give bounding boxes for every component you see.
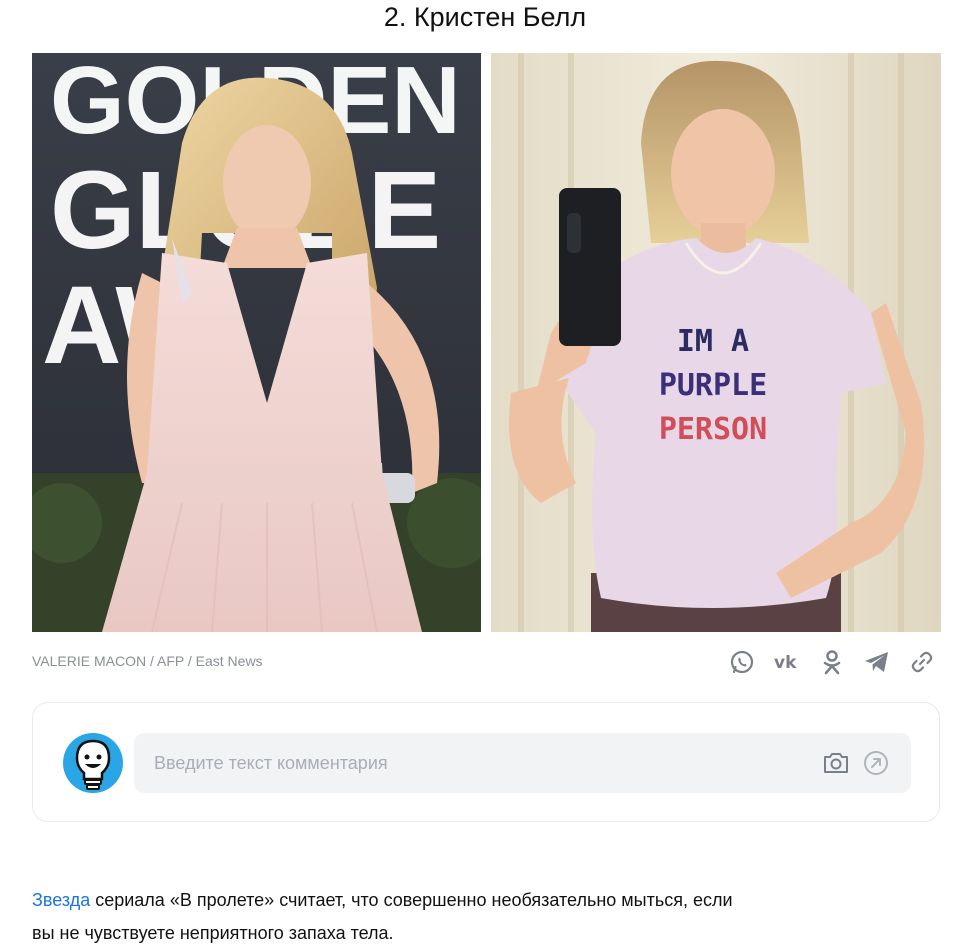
- send-comment-button[interactable]: [863, 750, 889, 776]
- telegram-button[interactable]: [863, 648, 891, 676]
- article-text-line2: вы не чувствуете неприятного запаха тела…: [32, 923, 394, 943]
- article-link[interactable]: Звезда: [32, 890, 90, 910]
- odnoklassniki-icon: [823, 650, 841, 675]
- attach-photo-button[interactable]: [822, 750, 850, 776]
- telegram-icon: [865, 652, 888, 672]
- photo-credit: VALERIE MACON / AFP / East News: [32, 653, 263, 669]
- section-heading: 2. Кристен Белл: [383, 2, 587, 32]
- odnoklassniki-button[interactable]: [818, 648, 846, 676]
- photo-selfie: IM A PURPLE PERSON: [491, 53, 941, 632]
- camera-icon: [824, 753, 848, 773]
- vk-button[interactable]: vk: [773, 648, 801, 676]
- article-text-line1: сериала «В пролете» считает, что соверше…: [90, 890, 733, 910]
- comment-input-wrapper: [134, 733, 911, 793]
- send-arrow-icon: [864, 751, 888, 775]
- svg-text:vk: vk: [774, 653, 797, 671]
- comment-box: [32, 702, 940, 822]
- article-paragraph: Звезда сериала «В пролете» считает, что …: [32, 884, 832, 950]
- photo-red-carpet: GOLDEN GLOBE AW: [32, 53, 481, 632]
- vk-icon: vk: [774, 653, 797, 671]
- copy-link-button[interactable]: [908, 648, 936, 676]
- link-icon: [911, 651, 933, 673]
- avatar: [63, 733, 123, 793]
- whatsapp-icon: [730, 650, 754, 674]
- shirt-text-1: IM A: [677, 324, 749, 359]
- shirt-text-3: PERSON: [659, 412, 767, 447]
- shirt-text-2: PURPLE: [659, 368, 767, 403]
- whatsapp-button[interactable]: [728, 648, 756, 676]
- comment-input[interactable]: [134, 733, 844, 793]
- lightbulb-avatar-icon: [63, 733, 123, 793]
